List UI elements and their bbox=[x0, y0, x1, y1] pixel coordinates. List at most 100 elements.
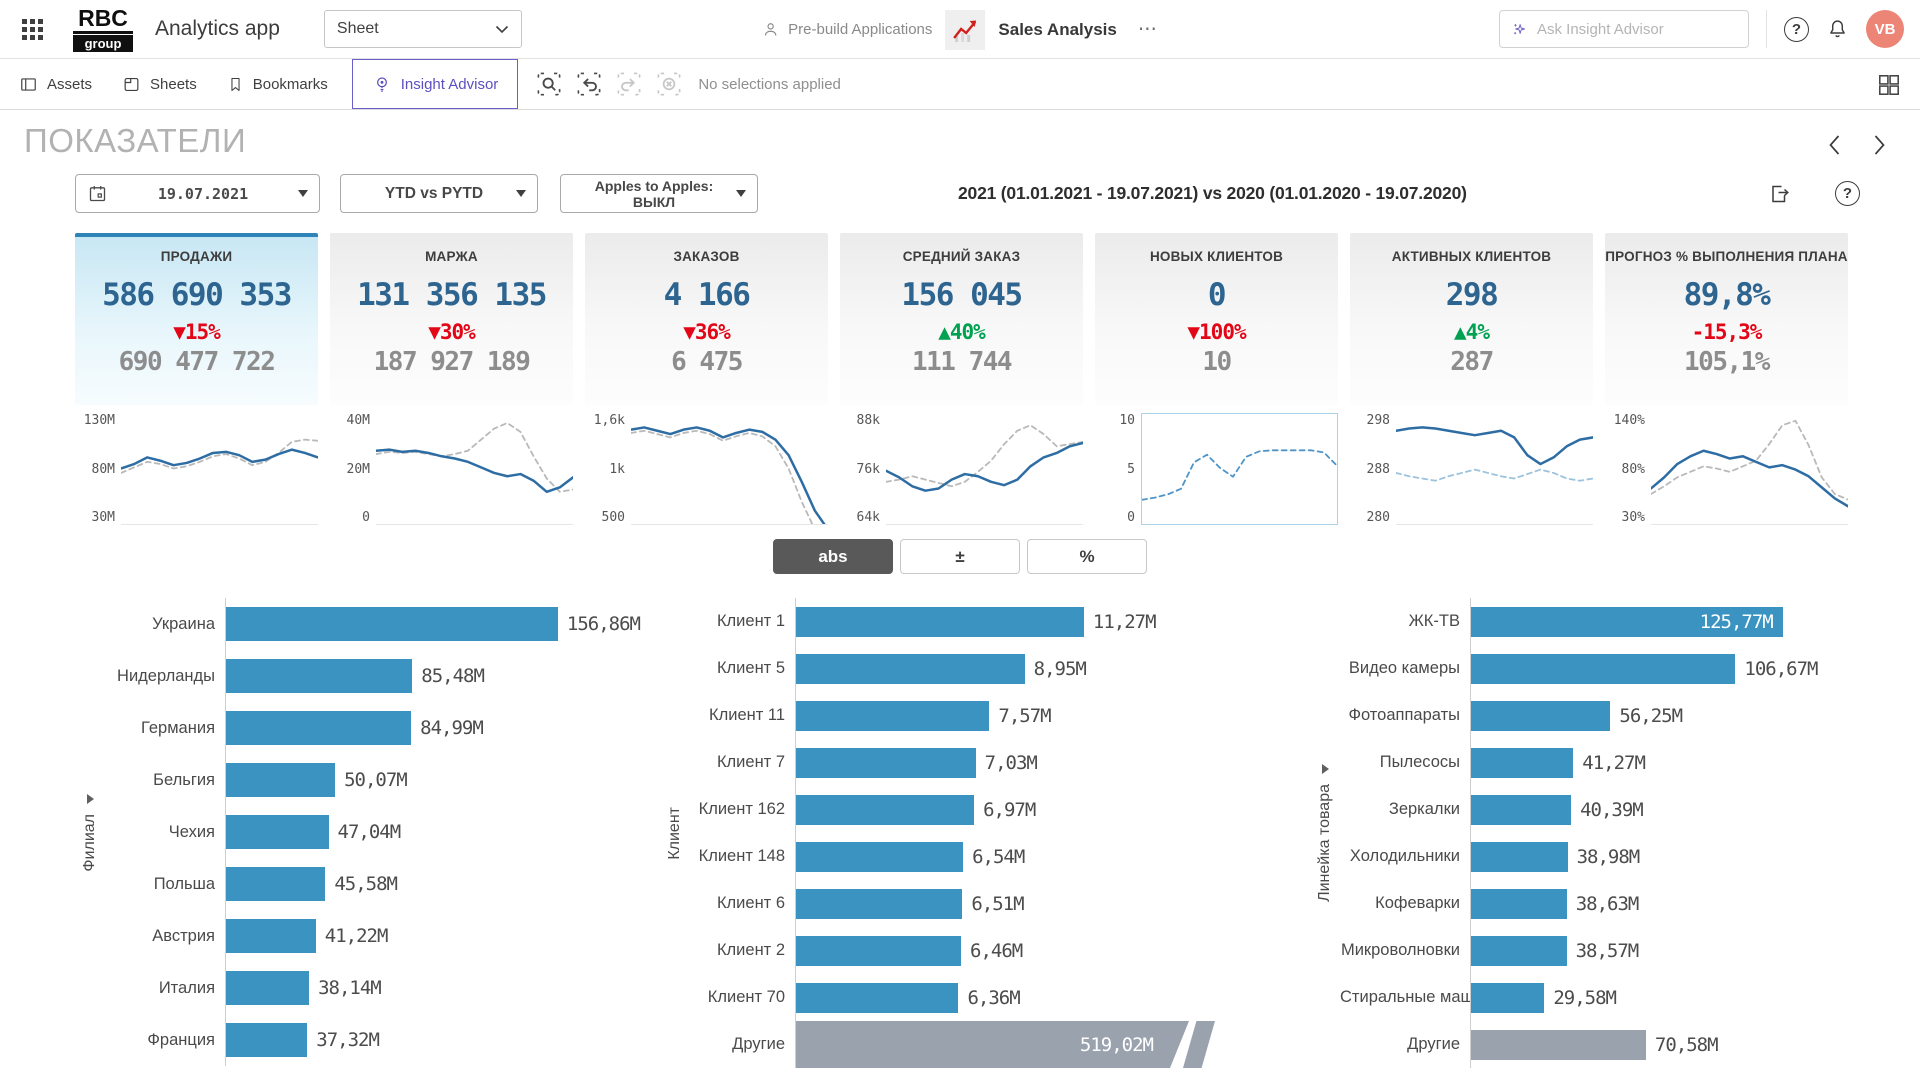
bar-value-label: 6,46M bbox=[970, 940, 1022, 962]
bar[interactable] bbox=[796, 936, 961, 966]
bar[interactable] bbox=[1471, 983, 1544, 1013]
sheet-help-icon[interactable]: ? bbox=[1835, 181, 1860, 206]
search-input[interactable] bbox=[1537, 21, 1736, 38]
user-avatar[interactable]: VB bbox=[1866, 10, 1904, 48]
notifications-bell-icon[interactable] bbox=[1826, 17, 1849, 41]
kpi-card-4[interactable]: СРЕДНИЙ ЗАКАЗ156 045▲40%111 744 bbox=[840, 233, 1083, 405]
sheet-selector-dropdown[interactable]: Sheet bbox=[324, 10, 522, 48]
help-icon[interactable]: ? bbox=[1784, 17, 1809, 42]
bar-row: Видео камеры106,67M bbox=[1340, 645, 1875, 692]
bar-row: Бельгия50,07M bbox=[105, 754, 640, 806]
sheets-button[interactable]: Sheets bbox=[107, 59, 212, 109]
mode-button-%[interactable]: % bbox=[1027, 539, 1147, 574]
kpi-sparkline-2[interactable]: 40M20M0 bbox=[330, 413, 573, 525]
sparkles-icon bbox=[1512, 18, 1527, 40]
undo-selection-icon[interactable] bbox=[574, 69, 604, 99]
kpi-sparkline-1[interactable]: 130M80M30M bbox=[75, 413, 318, 525]
collapse-arrow-icon[interactable] bbox=[87, 794, 94, 804]
bar[interactable] bbox=[796, 795, 974, 825]
more-options-icon[interactable]: ⋯ bbox=[1138, 18, 1159, 41]
assets-button[interactable]: Assets bbox=[4, 59, 107, 109]
kpi-title: ПРОДАЖИ bbox=[75, 249, 318, 264]
bar-row: Польша45,58M bbox=[105, 858, 640, 910]
bar[interactable] bbox=[226, 815, 329, 849]
kpi-card-6[interactable]: АКТИВНЫХ КЛИЕНТОВ298▲4%287 bbox=[1350, 233, 1593, 405]
bar[interactable] bbox=[796, 748, 976, 778]
bar-chart-2: КлиентКлиент 111,27MКлиент 58,95MКлиент … bbox=[660, 598, 1215, 1068]
bar[interactable] bbox=[1471, 842, 1568, 872]
axis-tick-label: 1,6k bbox=[594, 414, 625, 427]
kpi-card-1[interactable]: ПРОДАЖИ586 690 353▼15%690 477 722 bbox=[75, 233, 318, 405]
kpi-sparkline-3[interactable]: 1,6k1k500 bbox=[585, 413, 828, 525]
bar-category-label: Чехия bbox=[105, 823, 225, 842]
sheet-layout-icon[interactable] bbox=[1876, 72, 1902, 98]
mode-button-±[interactable]: ± bbox=[900, 539, 1020, 574]
sparkline-chart bbox=[631, 413, 828, 525]
bar[interactable] bbox=[796, 701, 989, 731]
bar-value-label: 84,99M bbox=[420, 717, 483, 739]
kpi-sparkline-7[interactable]: 140%80%30% bbox=[1605, 413, 1848, 525]
smart-search-icon[interactable] bbox=[534, 69, 564, 99]
sparkline-row: 130M80M30M40M20M01,6k1k50088k76k64k10502… bbox=[75, 413, 1920, 525]
kpi-sparkline-6[interactable]: 298288280 bbox=[1350, 413, 1593, 525]
bar[interactable] bbox=[1471, 889, 1567, 919]
comparison-filter-dropdown[interactable]: YTD vs PYTD bbox=[340, 174, 538, 213]
date-filter-dropdown[interactable]: 19.07.2021 bbox=[75, 174, 320, 213]
kpi-delta: ▲40% bbox=[840, 320, 1083, 344]
bar-category-label: Австрия bbox=[105, 927, 225, 946]
sparkline-chart bbox=[1141, 413, 1338, 525]
bar[interactable] bbox=[226, 867, 325, 901]
bar[interactable] bbox=[226, 763, 335, 797]
mode-button-abs[interactable]: abs bbox=[773, 539, 893, 574]
bar[interactable] bbox=[796, 607, 1084, 637]
clear-selections-icon bbox=[654, 69, 684, 99]
bar-category-label: ЖК-ТВ bbox=[1340, 612, 1470, 631]
apples-to-apples-dropdown[interactable]: Apples to Apples: ВЫКЛ bbox=[560, 174, 758, 213]
bar[interactable] bbox=[796, 889, 962, 919]
bar[interactable] bbox=[226, 711, 411, 745]
bar[interactable] bbox=[1471, 748, 1573, 778]
kpi-sparkline-4[interactable]: 88k76k64k bbox=[840, 413, 1083, 525]
bar[interactable] bbox=[1471, 654, 1735, 684]
bar-row: Другие519,02M bbox=[690, 1021, 1215, 1068]
bar-plot-area: 7,03M bbox=[795, 739, 1215, 786]
next-sheet-button[interactable] bbox=[1873, 134, 1886, 156]
kpi-card-5[interactable]: НОВЫХ КЛИЕНТОВ0▼100%10 bbox=[1095, 233, 1338, 405]
axis-tick-label: 140% bbox=[1614, 414, 1645, 427]
bar[interactable] bbox=[1471, 795, 1571, 825]
bar[interactable] bbox=[796, 654, 1025, 684]
bar[interactable]: 125,77M bbox=[1471, 607, 1783, 637]
previous-sheet-button[interactable] bbox=[1828, 134, 1841, 156]
bar[interactable] bbox=[226, 1023, 307, 1057]
kpi-card-7[interactable]: ПРОГНОЗ % ВЫПОЛНЕНИЯ ПЛАНА89,8%-15,3%105… bbox=[1605, 233, 1848, 405]
bar[interactable] bbox=[1471, 701, 1610, 731]
bar[interactable] bbox=[1471, 1030, 1646, 1060]
export-icon[interactable] bbox=[1767, 182, 1791, 206]
app-menu-icon[interactable] bbox=[22, 19, 43, 40]
bar[interactable] bbox=[226, 919, 316, 953]
insight-advisor-search[interactable] bbox=[1499, 10, 1749, 48]
bar[interactable] bbox=[226, 971, 309, 1005]
bar[interactable] bbox=[226, 607, 558, 641]
kpi-title: СРЕДНИЙ ЗАКАЗ bbox=[840, 249, 1083, 264]
kpi-sparkline-5[interactable]: 1050 bbox=[1095, 413, 1338, 525]
prebuild-applications-link[interactable]: Pre-build Applications bbox=[761, 20, 932, 39]
bar-category-label: Клиент 6 bbox=[690, 894, 795, 913]
bar-plot-area: 106,67M bbox=[1470, 645, 1875, 692]
bar-value-label: 47,04M bbox=[338, 821, 401, 843]
bar-row: Клиент 26,46M bbox=[690, 927, 1215, 974]
bar-others-clipped[interactable]: 519,02M bbox=[796, 1021, 1215, 1068]
app-thumbnail[interactable] bbox=[945, 10, 985, 50]
current-app-name[interactable]: Sales Analysis bbox=[998, 20, 1116, 40]
kpi-card-2[interactable]: МАРЖА131 356 135▼30%187 927 189 bbox=[330, 233, 573, 405]
kpi-title: ЗАКАЗОВ bbox=[585, 249, 828, 264]
bookmarks-button[interactable]: Bookmarks bbox=[212, 59, 343, 109]
insight-advisor-tab[interactable]: Insight Advisor bbox=[352, 59, 519, 109]
bar[interactable] bbox=[796, 983, 958, 1013]
bar[interactable] bbox=[226, 659, 412, 693]
collapse-arrow-icon[interactable] bbox=[1322, 764, 1329, 774]
bar[interactable] bbox=[796, 842, 963, 872]
bar-value-label: 56,25M bbox=[1619, 705, 1682, 727]
bar[interactable] bbox=[1471, 936, 1567, 966]
kpi-card-3[interactable]: ЗАКАЗОВ4 166▼36%6 475 bbox=[585, 233, 828, 405]
